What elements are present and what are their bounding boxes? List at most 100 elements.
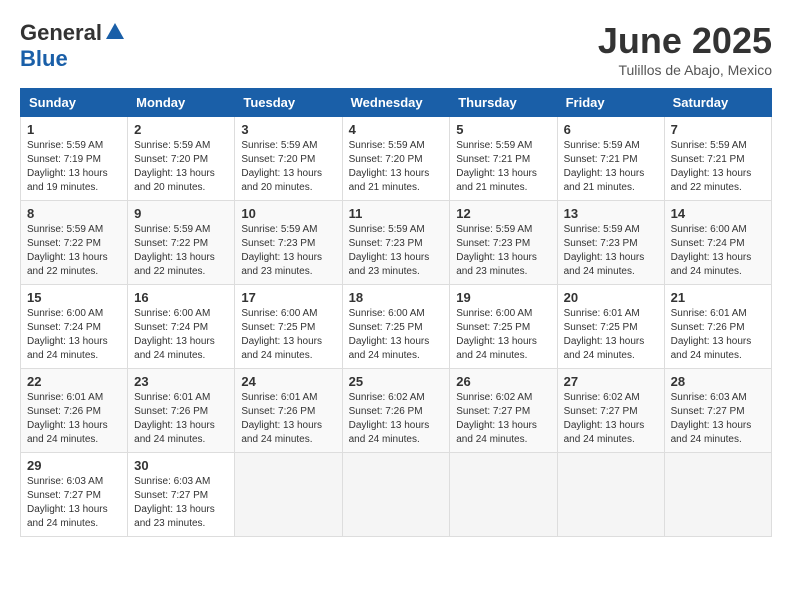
- day-number: 15: [27, 290, 121, 305]
- day-number: 2: [134, 122, 228, 137]
- day-info: Sunrise: 6:02 AMSunset: 7:27 PMDaylight:…: [564, 391, 658, 447]
- day-cell-17: 17Sunrise: 6:00 AMSunset: 7:25 PMDayligh…: [235, 285, 342, 369]
- day-number: 29: [27, 458, 121, 473]
- month-title: June 2025: [598, 20, 772, 62]
- day-info: Sunrise: 6:03 AMSunset: 7:27 PMDaylight:…: [134, 475, 228, 531]
- logo-icon: [104, 21, 126, 43]
- day-info: Sunrise: 6:00 AMSunset: 7:24 PMDaylight:…: [134, 307, 228, 363]
- day-number: 23: [134, 374, 228, 389]
- day-number: 7: [671, 122, 765, 137]
- day-cell-21: 21 Sunrise: 6:01 AMSunset: 7:26 PMDayligh…: [664, 285, 771, 369]
- logo: General Blue: [20, 20, 126, 72]
- calendar-week-5: 29 Sunrise: 6:03 AMSunset: 7:27 PMDayligh…: [21, 453, 772, 537]
- day-cell-25: 25 Sunrise: 6:02 AMSunset: 7:26 PMDayligh…: [342, 369, 450, 453]
- day-number: 4: [349, 122, 444, 137]
- day-info: Sunrise: 5:59 AMSunset: 7:20 PMDaylight:…: [241, 139, 335, 195]
- day-cell-4: 4 Sunrise: 5:59 AMSunset: 7:20 PMDaylight…: [342, 117, 450, 201]
- calendar-table: Sunday Monday Tuesday Wednesday Thursday…: [20, 88, 772, 537]
- day-info: Sunrise: 5:59 AMSunset: 7:21 PMDaylight:…: [671, 139, 765, 195]
- day-cell-6: 6 Sunrise: 5:59 AMSunset: 7:21 PMDaylight…: [557, 117, 664, 201]
- day-info: Sunrise: 5:59 AMSunset: 7:20 PMDaylight:…: [134, 139, 228, 195]
- day-cell-26: 26 Sunrise: 6:02 AMSunset: 7:27 PMDayligh…: [450, 369, 557, 453]
- day-info: Sunrise: 6:00 AMSunset: 7:24 PMDaylight:…: [27, 307, 121, 363]
- day-info: Sunrise: 6:00 AMSunset: 7:25 PMDaylight:…: [241, 307, 335, 363]
- day-number: 3: [241, 122, 335, 137]
- weekday-header-row: Sunday Monday Tuesday Wednesday Thursday…: [21, 89, 772, 117]
- header-sunday: Sunday: [21, 89, 128, 117]
- header-friday: Friday: [557, 89, 664, 117]
- day-cell-19: 19 Sunrise: 6:00 AMSunset: 7:25 PMDayligh…: [450, 285, 557, 369]
- day-info: Sunrise: 5:59 AMSunset: 7:19 PMDaylight:…: [27, 139, 121, 195]
- empty-cell: [664, 453, 771, 537]
- day-info: Sunrise: 5:59 AMSunset: 7:23 PMDaylight:…: [241, 223, 335, 279]
- title-block: June 2025 Tulillos de Abajo, Mexico: [598, 20, 772, 78]
- calendar-week-3: 15 Sunrise: 6:00 AMSunset: 7:24 PMDayligh…: [21, 285, 772, 369]
- empty-cell: [450, 453, 557, 537]
- day-info: Sunrise: 5:59 AMSunset: 7:20 PMDaylight:…: [349, 139, 444, 195]
- day-number: 8: [27, 206, 121, 221]
- day-number: 9: [134, 206, 228, 221]
- day-info: Sunrise: 6:03 AMSunset: 7:27 PMDaylight:…: [27, 475, 121, 531]
- day-info: Sunrise: 6:02 AMSunset: 7:27 PMDaylight:…: [456, 391, 550, 447]
- empty-cell: [235, 453, 342, 537]
- day-cell-28: 28 Sunrise: 6:03 AMSunset: 7:27 PMDayligh…: [664, 369, 771, 453]
- day-info: Sunrise: 6:01 AMSunset: 7:26 PMDaylight:…: [134, 391, 228, 447]
- day-info: Sunrise: 6:03 AMSunset: 7:27 PMDaylight:…: [671, 391, 765, 447]
- day-cell-30: 30Sunrise: 6:03 AMSunset: 7:27 PMDayligh…: [128, 453, 235, 537]
- day-cell-5: 5Sunrise: 5:59 AMSunset: 7:21 PMDaylight…: [450, 117, 557, 201]
- day-number: 25: [349, 374, 444, 389]
- day-cell-2: 2 Sunrise: 5:59 AMSunset: 7:20 PMDaylight…: [128, 117, 235, 201]
- day-info: Sunrise: 6:00 AMSunset: 7:25 PMDaylight:…: [456, 307, 550, 363]
- logo-general: General: [20, 20, 102, 46]
- day-number: 19: [456, 290, 550, 305]
- day-info: Sunrise: 6:01 AMSunset: 7:25 PMDaylight:…: [564, 307, 658, 363]
- day-number: 21: [671, 290, 765, 305]
- calendar-week-4: 22 Sunrise: 6:01 AMSunset: 7:26 PMDayligh…: [21, 369, 772, 453]
- day-number: 11: [349, 206, 444, 221]
- day-info: Sunrise: 5:59 AMSunset: 7:22 PMDaylight:…: [27, 223, 121, 279]
- day-info: Sunrise: 5:59 AMSunset: 7:22 PMDaylight:…: [134, 223, 228, 279]
- day-cell-12: 12 Sunrise: 5:59 AMSunset: 7:23 PMDayligh…: [450, 201, 557, 285]
- day-cell-23: 23 Sunrise: 6:01 AMSunset: 7:26 PMDayligh…: [128, 369, 235, 453]
- day-info: Sunrise: 6:02 AMSunset: 7:26 PMDaylight:…: [349, 391, 444, 447]
- day-number: 18: [349, 290, 444, 305]
- day-number: 14: [671, 206, 765, 221]
- day-cell-11: 11 Sunrise: 5:59 AMSunset: 7:23 PMDayligh…: [342, 201, 450, 285]
- day-number: 22: [27, 374, 121, 389]
- day-number: 12: [456, 206, 550, 221]
- day-info: Sunrise: 6:01 AMSunset: 7:26 PMDaylight:…: [671, 307, 765, 363]
- day-number: 20: [564, 290, 658, 305]
- day-info: Sunrise: 5:59 AMSunset: 7:23 PMDaylight:…: [456, 223, 550, 279]
- calendar-week-2: 8 Sunrise: 5:59 AMSunset: 7:22 PMDaylight…: [21, 201, 772, 285]
- day-cell-29: 29 Sunrise: 6:03 AMSunset: 7:27 PMDayligh…: [21, 453, 128, 537]
- header-saturday: Saturday: [664, 89, 771, 117]
- day-info: Sunrise: 5:59 AMSunset: 7:23 PMDaylight:…: [349, 223, 444, 279]
- calendar-week-1: 1 Sunrise: 5:59 AMSunset: 7:19 PMDaylight…: [21, 117, 772, 201]
- day-number: 10: [241, 206, 335, 221]
- header-tuesday: Tuesday: [235, 89, 342, 117]
- day-number: 24: [241, 374, 335, 389]
- day-number: 16: [134, 290, 228, 305]
- day-number: 26: [456, 374, 550, 389]
- day-number: 28: [671, 374, 765, 389]
- day-cell-13: 13Sunrise: 5:59 AMSunset: 7:23 PMDayligh…: [557, 201, 664, 285]
- day-cell-1: 1 Sunrise: 5:59 AMSunset: 7:19 PMDaylight…: [21, 117, 128, 201]
- day-cell-20: 20 Sunrise: 6:01 AMSunset: 7:25 PMDayligh…: [557, 285, 664, 369]
- header-wednesday: Wednesday: [342, 89, 450, 117]
- day-cell-3: 3 Sunrise: 5:59 AMSunset: 7:20 PMDaylight…: [235, 117, 342, 201]
- header-thursday: Thursday: [450, 89, 557, 117]
- empty-cell: [557, 453, 664, 537]
- day-cell-16: 16 Sunrise: 6:00 AMSunset: 7:24 PMDayligh…: [128, 285, 235, 369]
- day-info: Sunrise: 6:00 AMSunset: 7:24 PMDaylight:…: [671, 223, 765, 279]
- day-info: Sunrise: 5:59 AMSunset: 7:23 PMDaylight:…: [564, 223, 658, 279]
- day-info: Sunrise: 6:01 AMSunset: 7:26 PMDaylight:…: [241, 391, 335, 447]
- day-number: 6: [564, 122, 658, 137]
- logo-blue: Blue: [20, 46, 68, 71]
- day-cell-10: 10 Sunrise: 5:59 AMSunset: 7:23 PMDayligh…: [235, 201, 342, 285]
- day-cell-15: 15 Sunrise: 6:00 AMSunset: 7:24 PMDayligh…: [21, 285, 128, 369]
- page-header: General Blue June 2025 Tulillos de Abajo…: [20, 20, 772, 78]
- empty-cell: [342, 453, 450, 537]
- day-number: 1: [27, 122, 121, 137]
- location: Tulillos de Abajo, Mexico: [598, 62, 772, 78]
- day-info: Sunrise: 5:59 AMSunset: 7:21 PMDaylight:…: [564, 139, 658, 195]
